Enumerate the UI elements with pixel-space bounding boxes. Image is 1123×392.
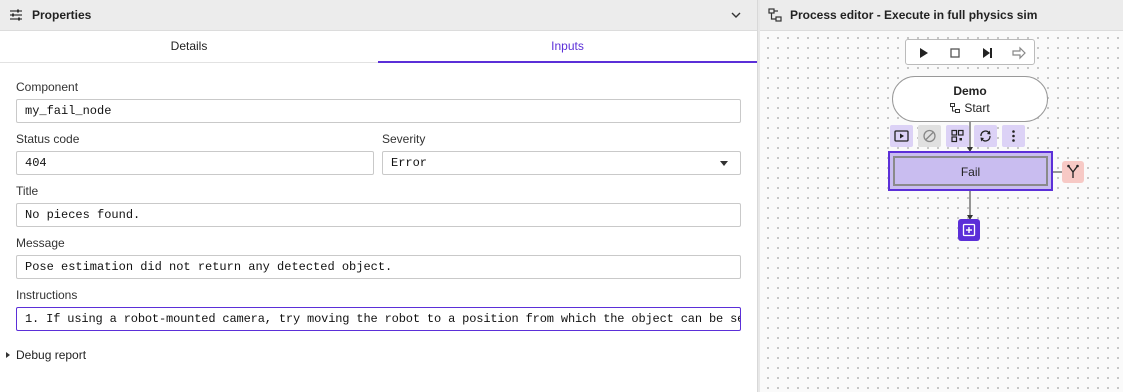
instructions-label: Instructions — [16, 288, 78, 302]
title-field[interactable]: No pieces found. — [16, 203, 741, 227]
add-icon — [962, 223, 976, 237]
debug-report-toggle[interactable]: Debug report — [6, 348, 86, 362]
demo-start-node[interactable]: Demo Start — [892, 76, 1048, 122]
disable-button[interactable] — [918, 125, 941, 147]
flowchart-icon — [768, 8, 782, 22]
loop-button[interactable] — [974, 125, 997, 147]
component-label: Component — [16, 80, 79, 94]
properties-panel: Properties Details Inputs Component my_f… — [0, 0, 757, 392]
preview-button[interactable] — [890, 125, 913, 147]
chevron-down-icon[interactable] — [731, 10, 741, 20]
loop-icon — [980, 130, 991, 142]
demo-node-start-label: Start — [964, 101, 990, 115]
debug-report-label: Debug report — [16, 348, 87, 362]
play-icon[interactable] — [914, 44, 932, 62]
stop-icon[interactable] — [946, 44, 964, 62]
status-code-label: Status code — [16, 132, 80, 146]
caret-right-icon — [6, 351, 10, 358]
severity-label: Severity — [382, 132, 426, 146]
process-editor-title: Process editor - Execute in full physics… — [790, 8, 1038, 22]
step-over-icon[interactable] — [1010, 44, 1028, 62]
more-icon — [1012, 130, 1015, 142]
message-label: Message — [16, 236, 65, 250]
fail-node-label: Fail — [960, 165, 981, 179]
severity-value: Error — [391, 156, 428, 170]
demo-node-title: Demo — [953, 84, 987, 98]
more-button[interactable] — [1002, 125, 1025, 147]
instructions-field[interactable]: 1. If using a robot-mounted camera, try … — [16, 307, 741, 331]
process-editor: Process editor - Execute in full physics… — [760, 0, 1123, 392]
fail-node[interactable]: Fail — [888, 151, 1053, 191]
process-editor-header: Process editor - Execute in full physics… — [760, 0, 1123, 31]
flowchart-icon — [950, 102, 961, 113]
tab-inputs[interactable]: Inputs — [378, 32, 757, 63]
caret-down-icon — [720, 161, 728, 166]
properties-title: Properties — [32, 8, 92, 22]
disable-icon — [923, 129, 936, 143]
branch-icon — [1067, 164, 1079, 178]
message-field[interactable]: Pose estimation did not return any detec… — [16, 255, 741, 279]
step-icon[interactable] — [978, 44, 996, 62]
component-field[interactable]: my_fail_node — [16, 99, 741, 123]
grid-button[interactable] — [946, 125, 969, 147]
tab-details[interactable]: Details — [0, 32, 378, 63]
grid-icon — [951, 129, 964, 143]
severity-select[interactable]: Error — [382, 151, 741, 175]
properties-tabs: Details Inputs — [0, 32, 757, 63]
demo-node-subtitle: Start — [893, 101, 1047, 115]
status-code-field[interactable]: 404 — [16, 151, 374, 175]
properties-header: Properties — [0, 0, 757, 31]
add-node-button[interactable] — [958, 219, 980, 241]
fail-node-body: Fail — [893, 156, 1048, 186]
title-label: Title — [16, 184, 39, 198]
run-toolbar — [905, 39, 1035, 65]
preview-icon — [894, 130, 909, 142]
sliders-icon — [10, 9, 22, 21]
branch-button[interactable] — [1062, 161, 1084, 183]
